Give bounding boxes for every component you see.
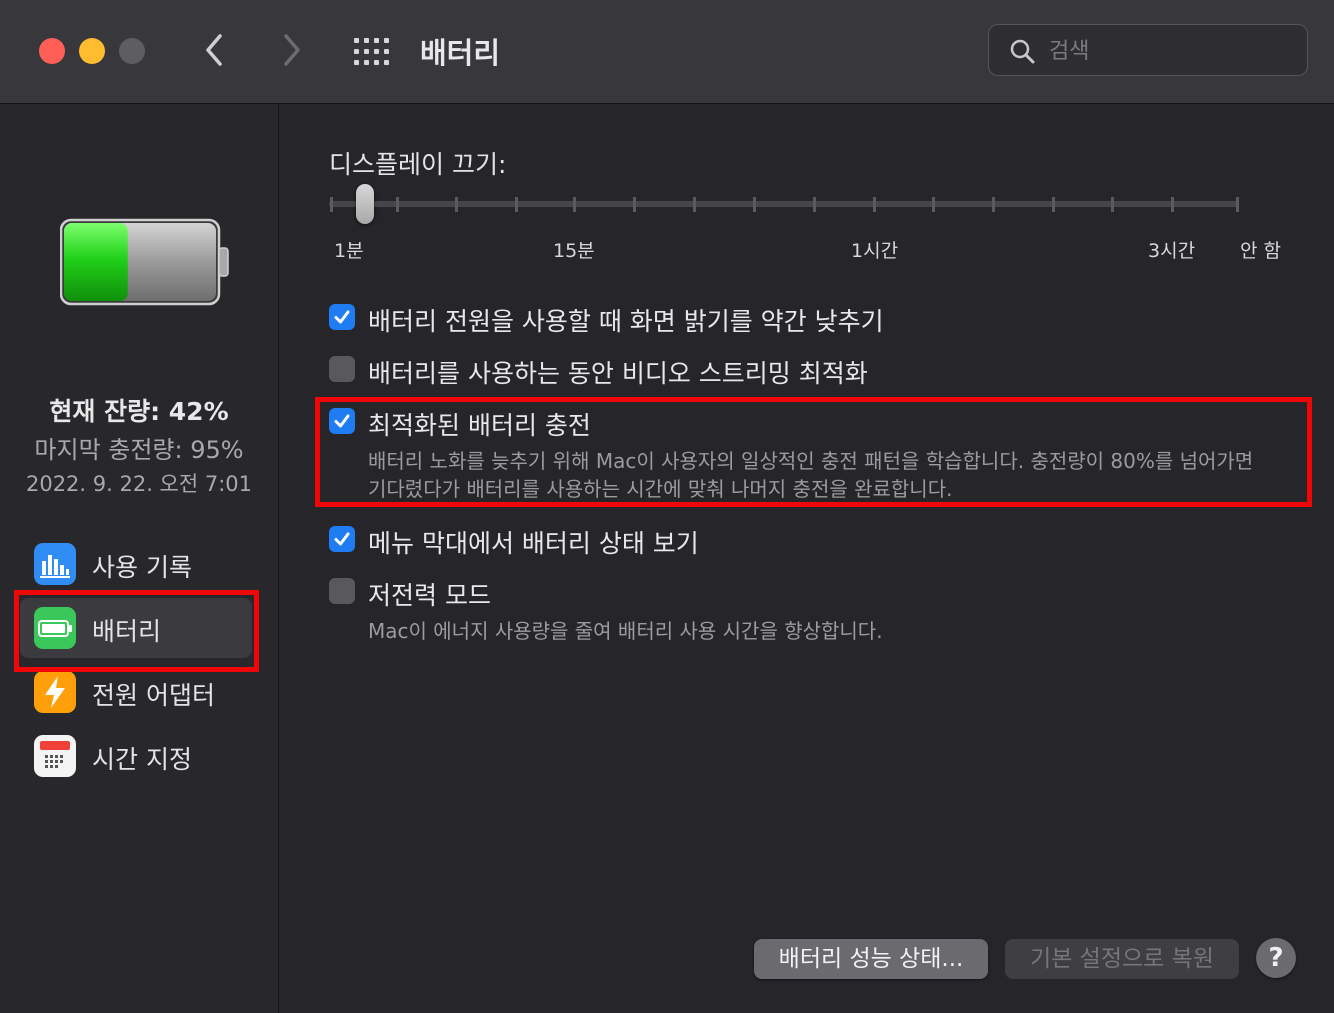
slider-tick-5	[633, 197, 636, 212]
show-all-grid-icon[interactable]	[354, 38, 390, 66]
slider-tick-13	[1111, 197, 1114, 212]
slider-tick-11	[992, 197, 995, 212]
slider-tick-0	[330, 197, 333, 212]
battery-level-icon	[60, 218, 229, 306]
slider-tick-12	[1052, 197, 1055, 212]
display-off-slider-track[interactable]	[329, 201, 1239, 207]
menu-bar-status-label: 메뉴 막대에서 배터리 상태 보기	[368, 529, 699, 558]
usage-chart-icon	[34, 543, 76, 585]
low-power-mode-label: 저전력 모드	[368, 581, 491, 610]
slider-tick-3	[515, 197, 518, 212]
search-input[interactable]	[1047, 33, 1291, 69]
last-charge-date: 2022. 9. 22. 오전 7:01	[25, 472, 253, 496]
tick-label-1hour: 1시간	[851, 240, 899, 262]
tick-label-3hours: 3시간	[1148, 240, 1196, 262]
window-title: 배터리	[420, 36, 501, 70]
tick-label-15min: 15분	[553, 240, 595, 262]
slider-tick-4	[573, 197, 576, 212]
forward-arrow-icon[interactable]	[276, 30, 306, 70]
optimize-video-streaming-checkbox[interactable]	[329, 356, 355, 382]
slider-tick-14	[1171, 197, 1174, 212]
minimize-window-button[interactable]	[79, 38, 105, 64]
menu-bar-status-checkbox[interactable]	[329, 526, 355, 552]
slider-tick-1	[396, 197, 399, 212]
display-off-label: 디스플레이 끄기:	[329, 150, 507, 179]
lightning-icon	[34, 671, 76, 713]
sidebar-item-label: 전원 어댑터	[92, 681, 215, 710]
slider-tick-8	[813, 197, 816, 212]
dim-display-label: 배터리 전원을 사용할 때 화면 밝기를 약간 낮추기	[368, 307, 884, 336]
current-charge-text: 현재 잔량: 42%	[49, 397, 229, 426]
dim-display-checkbox[interactable]	[329, 304, 355, 330]
sidebar-item-usage-history[interactable]: 사용 기록	[20, 534, 252, 594]
battery-health-button[interactable]: 배터리 성능 상태...	[754, 939, 988, 979]
slider-tick-6	[693, 197, 696, 212]
restore-defaults-button[interactable]: 기본 설정으로 복원	[1005, 939, 1239, 979]
search-icon	[1010, 39, 1035, 64]
slider-tick-7	[753, 197, 756, 212]
slider-tick-15	[1236, 197, 1239, 212]
tick-label-never: 안 함	[1240, 240, 1281, 262]
slider-tick-10	[932, 197, 935, 212]
sidebar-item-schedule[interactable]: 시간 지정	[20, 726, 252, 786]
last-charge-text: 마지막 충전량: 95%	[34, 436, 244, 464]
slider-tick-9	[873, 197, 876, 212]
close-window-button[interactable]	[39, 38, 65, 64]
search-box[interactable]	[988, 24, 1308, 76]
display-off-slider-thumb[interactable]	[356, 184, 374, 224]
optimize-video-streaming-label: 배터리를 사용하는 동안 비디오 스트리밍 최적화	[368, 359, 868, 388]
highlight-box-battery	[14, 590, 259, 672]
calendar-icon	[34, 735, 76, 777]
back-arrow-icon[interactable]	[200, 30, 230, 70]
title-bar: 배터리	[0, 0, 1334, 104]
sidebar-item-label: 시간 지정	[92, 745, 192, 774]
low-power-mode-desc: Mac이 에너지 사용량을 줄여 배터리 사용 시간을 향상합니다.	[368, 619, 883, 643]
slider-tick-2	[455, 197, 458, 212]
highlight-box-optimized-charging	[315, 397, 1312, 507]
low-power-mode-checkbox[interactable]	[329, 578, 355, 604]
help-button[interactable]: ?	[1256, 938, 1296, 978]
zoom-window-button[interactable]	[119, 38, 145, 64]
system-preferences-window: 배터리 현재 잔량: 42% 마지막 충전량: 95% 2022. 9. 22.…	[0, 0, 1334, 1013]
sidebar-item-label: 사용 기록	[92, 553, 192, 582]
tick-label-1min: 1분	[334, 240, 364, 262]
